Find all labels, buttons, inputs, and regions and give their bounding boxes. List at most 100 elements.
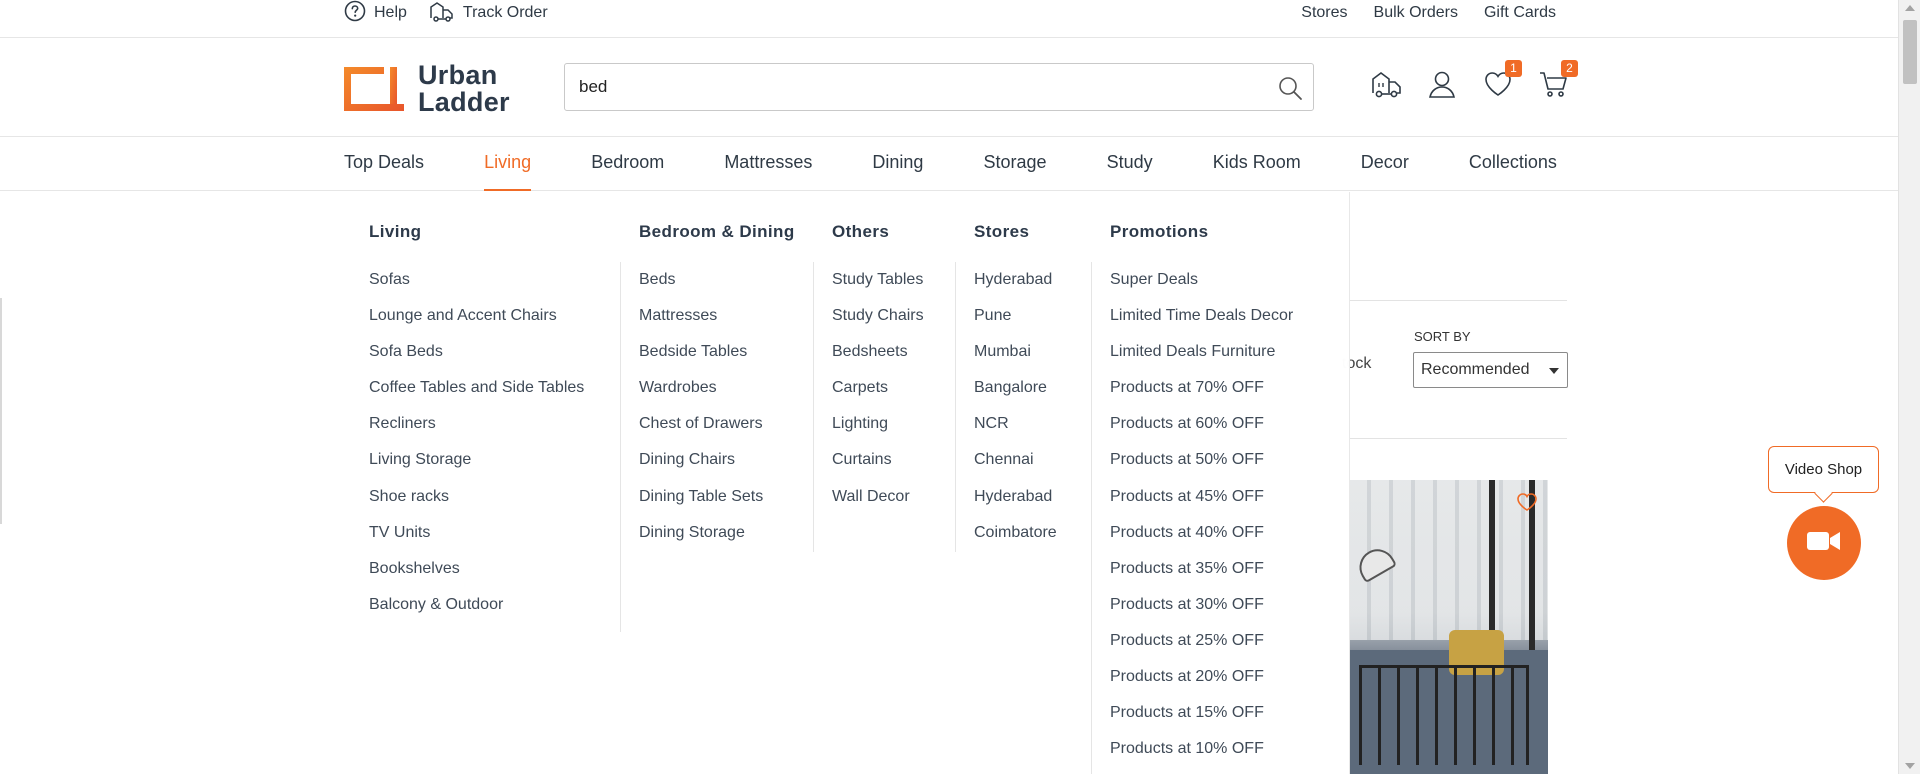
menu-item-living-storage[interactable]: Living Storage	[369, 450, 584, 486]
menu-column-stores: Stores Hyderabad Pune Mumbai Bangalore N…	[956, 192, 1092, 774]
nav-dining[interactable]: Dining	[872, 137, 923, 191]
user-profile-icon[interactable]	[1426, 68, 1458, 100]
menu-item-wall-decor[interactable]: Wall Decor	[832, 487, 924, 523]
menu-item-store-mumbai[interactable]: Mumbai	[974, 342, 1057, 378]
help-link[interactable]: Help	[344, 0, 407, 27]
sort-selected-value: Recommended	[1421, 361, 1530, 378]
page-scrollbar[interactable]	[1898, 0, 1920, 774]
video-shop-button[interactable]	[1787, 506, 1861, 580]
menu-item-limited-deals-furniture[interactable]: Limited Deals Furniture	[1110, 342, 1293, 378]
wishlist-heart-icon[interactable]: 1	[1482, 60, 1522, 100]
menu-item-10-off[interactable]: Products at 10% OFF	[1110, 739, 1293, 774]
menu-item-store-chennai[interactable]: Chennai	[974, 450, 1057, 486]
menu-item-15-off[interactable]: Products at 15% OFF	[1110, 703, 1293, 739]
menu-item-45-off[interactable]: Products at 45% OFF	[1110, 487, 1293, 523]
cart-icon[interactable]: 2	[1538, 60, 1578, 100]
menu-item-super-deals[interactable]: Super Deals	[1110, 270, 1293, 306]
video-camera-icon	[1806, 529, 1842, 558]
menu-column-title: Others	[832, 222, 890, 241]
menu-item-dining-table-sets[interactable]: Dining Table Sets	[639, 487, 763, 523]
menu-item-beds[interactable]: Beds	[639, 270, 763, 306]
menu-item-50-off[interactable]: Products at 50% OFF	[1110, 450, 1293, 486]
menu-item-tv-units[interactable]: TV Units	[369, 523, 584, 559]
menu-item-store-ncr[interactable]: NCR	[974, 414, 1057, 450]
menu-column-title: Promotions	[1110, 222, 1209, 241]
menu-item-chest-of-drawers[interactable]: Chest of Drawers	[639, 414, 763, 450]
menu-item-40-off[interactable]: Products at 40% OFF	[1110, 523, 1293, 559]
search-icon[interactable]	[1277, 75, 1303, 106]
nav-storage[interactable]: Storage	[984, 137, 1047, 191]
menu-item-dining-storage[interactable]: Dining Storage	[639, 523, 763, 559]
menu-item-curtains[interactable]: Curtains	[832, 450, 924, 486]
search-input[interactable]	[579, 64, 1239, 110]
urban-ladder-logo[interactable]: Urban Ladder	[344, 62, 510, 116]
logo-wordmark: Urban Ladder	[418, 60, 510, 117]
nav-collections[interactable]: Collections	[1469, 137, 1557, 191]
help-icon	[344, 0, 366, 27]
nav-decor[interactable]: Decor	[1361, 137, 1409, 191]
menu-item-lounge-accent-chairs[interactable]: Lounge and Accent Chairs	[369, 306, 584, 342]
chevron-down-icon	[1549, 368, 1559, 374]
menu-column-title: Living	[369, 222, 422, 241]
stores-link[interactable]: Stores	[1301, 4, 1347, 22]
nav-mattresses[interactable]: Mattresses	[724, 137, 812, 191]
menu-item-bookshelves[interactable]: Bookshelves	[369, 559, 584, 595]
nav-kids-room[interactable]: Kids Room	[1213, 137, 1301, 191]
menu-item-sofa-beds[interactable]: Sofa Beds	[369, 342, 584, 378]
utility-right-group: Stores Bulk Orders Gift Cards	[1301, 0, 1556, 26]
menu-item-sofas[interactable]: Sofas	[369, 270, 584, 306]
menu-item-store-bangalore[interactable]: Bangalore	[974, 378, 1057, 414]
menu-item-bedside-tables[interactable]: Bedside Tables	[639, 342, 763, 378]
menu-item-mattresses[interactable]: Mattresses	[639, 306, 763, 342]
cart-count-badge: 2	[1561, 60, 1578, 77]
bulk-orders-link[interactable]: Bulk Orders	[1374, 4, 1458, 22]
menu-item-limited-time-deals-decor[interactable]: Limited Time Deals Decor	[1110, 306, 1293, 342]
menu-item-coffee-side-tables[interactable]: Coffee Tables and Side Tables	[369, 378, 584, 414]
nav-top-deals[interactable]: Top Deals	[344, 137, 424, 191]
menu-item-study-chairs[interactable]: Study Chairs	[832, 306, 924, 342]
menu-item-20-off[interactable]: Products at 20% OFF	[1110, 667, 1293, 703]
menu-item-bedsheets[interactable]: Bedsheets	[832, 342, 924, 378]
menu-item-study-tables[interactable]: Study Tables	[832, 270, 924, 306]
sort-dropdown[interactable]: Recommended	[1413, 352, 1568, 388]
menu-item-balcony-outdoor[interactable]: Balcony & Outdoor	[369, 595, 584, 631]
menu-item-shoe-racks[interactable]: Shoe racks	[369, 487, 584, 523]
menu-item-70-off[interactable]: Products at 70% OFF	[1110, 378, 1293, 414]
nav-study[interactable]: Study	[1107, 137, 1153, 191]
menu-item-25-off[interactable]: Products at 25% OFF	[1110, 631, 1293, 667]
menu-column-living: Living Sofas Lounge and Accent Chairs So…	[331, 192, 621, 774]
living-mega-menu: Living Sofas Lounge and Accent Chairs So…	[331, 192, 1349, 774]
menu-item-store-hyderabad-2[interactable]: Hyderabad	[974, 487, 1057, 523]
menu-item-store-hyderabad[interactable]: Hyderabad	[974, 270, 1057, 306]
sort-by-label: SORT BY	[1414, 329, 1471, 344]
menu-item-carpets[interactable]: Carpets	[832, 378, 924, 414]
menu-item-35-off[interactable]: Products at 35% OFF	[1110, 559, 1293, 595]
video-shop-label: Video Shop	[1784, 461, 1863, 478]
menu-item-lighting[interactable]: Lighting	[832, 414, 924, 450]
menu-column-promotions: Promotions Super Deals Limited Time Deal…	[1092, 192, 1349, 774]
top-utility-bar: Help Track Order Stores Bulk Orders Gift…	[0, 0, 1898, 38]
menu-column-title: Stores	[974, 222, 1030, 241]
menu-item-60-off[interactable]: Products at 60% OFF	[1110, 414, 1293, 450]
menu-column-bedroom-dining: Bedroom & Dining Beds Mattresses Bedside…	[621, 192, 814, 774]
scrollbar-thumb[interactable]	[1903, 20, 1917, 84]
menu-item-wardrobes[interactable]: Wardrobes	[639, 378, 763, 414]
nav-living[interactable]: Living	[484, 137, 532, 191]
product-wishlist-heart-icon[interactable]	[1516, 492, 1538, 517]
product-image[interactable]	[1349, 480, 1548, 774]
scroll-up-arrow-icon[interactable]	[1905, 5, 1915, 11]
page-left-edge	[0, 298, 2, 524]
menu-item-store-pune[interactable]: Pune	[974, 306, 1057, 342]
menu-item-dining-chairs[interactable]: Dining Chairs	[639, 450, 763, 486]
track-order-icon[interactable]	[1370, 68, 1402, 100]
menu-item-recliners[interactable]: Recliners	[369, 414, 584, 450]
track-order-label: Track Order	[462, 4, 548, 21]
nav-bedroom[interactable]: Bedroom	[591, 137, 664, 191]
menu-item-30-off[interactable]: Products at 30% OFF	[1110, 595, 1293, 631]
gift-cards-link[interactable]: Gift Cards	[1484, 4, 1556, 22]
video-shop-tooltip[interactable]: Video Shop	[1768, 446, 1879, 493]
menu-column-title: Bedroom & Dining	[639, 222, 795, 241]
track-order-link[interactable]: Track Order	[429, 0, 548, 28]
menu-item-store-coimbatore[interactable]: Coimbatore	[974, 523, 1057, 559]
scroll-down-arrow-icon[interactable]	[1905, 763, 1915, 769]
